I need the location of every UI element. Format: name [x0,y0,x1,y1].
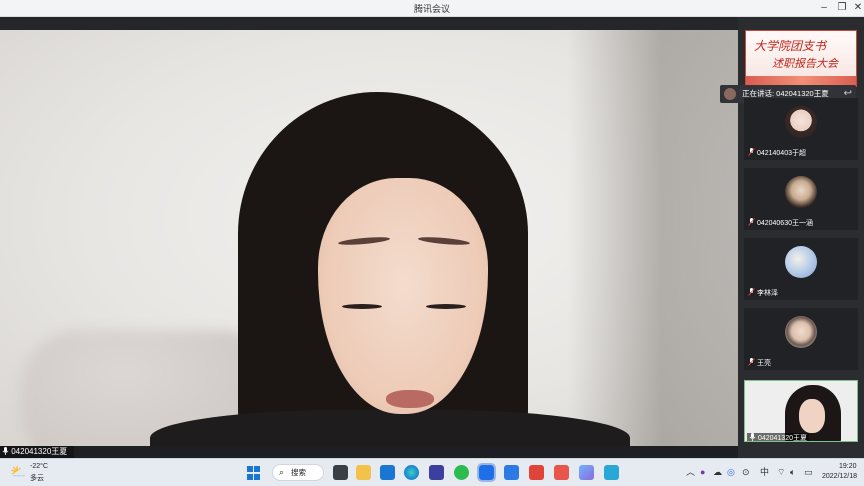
microphone-muted-icon [748,218,755,226]
self-face [799,399,825,433]
start-icon[interactable] [247,466,261,480]
banner-line-1: 大学院团支书 [754,39,827,53]
snipping-tool-icon[interactable] [604,465,619,480]
tencent-meeting-icon[interactable] [477,463,496,482]
weather-description[interactable]: 多云 [30,473,44,483]
participant-name: 042140403于超 [748,148,806,158]
partly-cloudy-icon[interactable]: ⛅ [10,465,26,479]
participant-avatar [785,106,817,138]
input-language-indicator[interactable]: 中 [760,467,769,478]
edge-browser-icon[interactable] [404,465,419,480]
task-view-icon[interactable] [333,465,348,480]
tray-app-icon[interactable]: ● [700,467,705,478]
cloud-icon[interactable]: ☁ [713,467,722,478]
close-button[interactable]: ✕ [850,1,864,15]
wechat-icon[interactable] [454,465,469,480]
window-title: 腾讯会议 [413,4,450,14]
meeting-app: 腾讯会议 – ❐ ✕ 042041320王夏 大学院团支书 述职报告大会 正在讲… [0,0,864,486]
clock-date[interactable]: 2022/12/18 [822,473,857,480]
participant-name: 李林泽 [748,288,778,298]
chevron-up-icon[interactable]: ︿ [686,467,695,478]
talking-text: 正在讲话: 042041320王夏 [742,89,829,98]
shared-screen-thumbnail[interactable]: 大学院团支书 述职报告大会 [745,30,857,87]
microphone-muted-icon [748,288,755,296]
search-icon: ⌕ [279,467,285,477]
speaker-icon[interactable]: 🔈︎ [790,467,795,478]
talking-avatar [724,88,736,100]
wps-icon[interactable] [529,465,544,480]
battery-icon[interactable]: ▭ [804,467,813,478]
tray-sync-icon[interactable]: ◎ [727,467,735,478]
participant-avatar [785,316,817,348]
participant-tile[interactable]: 李林泽 [744,238,858,300]
title-bar: 腾讯会议 – ❐ ✕ [0,0,864,17]
participant-name: 王亮 [748,358,771,368]
microphone-icon [749,433,756,441]
mail-icon[interactable] [380,465,395,480]
photos-icon[interactable] [579,465,594,480]
visual-studio-icon[interactable] [429,465,444,480]
search-label: 搜索 [291,468,306,477]
microphone-icon [2,447,9,455]
clock-time[interactable]: 19:20 [839,463,857,470]
speaker-person [150,92,630,446]
self-video-tile[interactable]: 042041320王夏 [744,380,858,442]
speaker-eye-left [342,304,382,309]
participant-tile[interactable]: 042140403于超 [744,98,858,160]
microphone-muted-icon [748,358,755,366]
main-speaker-label: 042041320王夏 [0,446,74,458]
weather-temperature[interactable]: -22°C [30,463,48,470]
microphone-muted-icon [748,148,755,156]
speaker-mouth [386,390,434,408]
microphone-tray-icon[interactable]: ⊙ [742,467,750,478]
maximize-button[interactable]: ❐ [834,1,850,15]
taskbar: ⛅ -22°C 多云 ⌕ 搜索 ︿ ● ☁ ◎ ⊙ 中 ⌔ 🔈︎ ▭ 19:20… [0,458,864,486]
participant-avatar [785,246,817,278]
wifi-icon[interactable]: ⌔ [777,467,785,478]
pdf-app-icon[interactable] [554,465,569,480]
minimize-button[interactable]: – [816,1,832,15]
participant-name: 042041320王夏 [747,433,809,441]
participant-avatar [785,176,817,208]
participant-tile[interactable]: 042040630王一涵 [744,168,858,230]
main-video[interactable] [0,30,738,446]
participant-tile[interactable]: 王亮 [744,308,858,370]
banner-line-2: 述职报告大会 [772,57,838,70]
speaker-eye-right [426,304,466,309]
document-app-icon[interactable] [504,465,519,480]
participant-name: 042040630王一涵 [748,218,813,228]
speaker-shoulders [150,410,630,446]
main-speaker-name: 042041320王夏 [11,447,68,456]
file-explorer-icon[interactable] [356,465,371,480]
taskbar-search[interactable]: ⌕ 搜索 [272,464,324,481]
toolbar-strip [0,17,738,30]
